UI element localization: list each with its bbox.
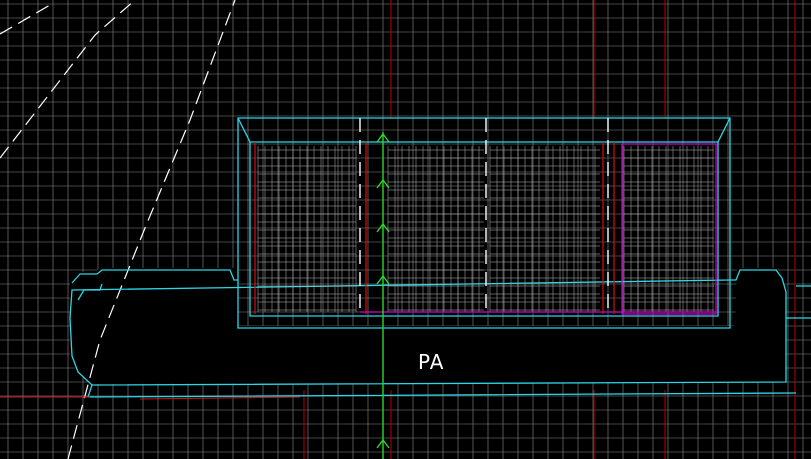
- area-label: PA: [418, 350, 445, 374]
- cad-drawing-viewport[interactable]: [0, 0, 811, 459]
- background: [0, 0, 811, 459]
